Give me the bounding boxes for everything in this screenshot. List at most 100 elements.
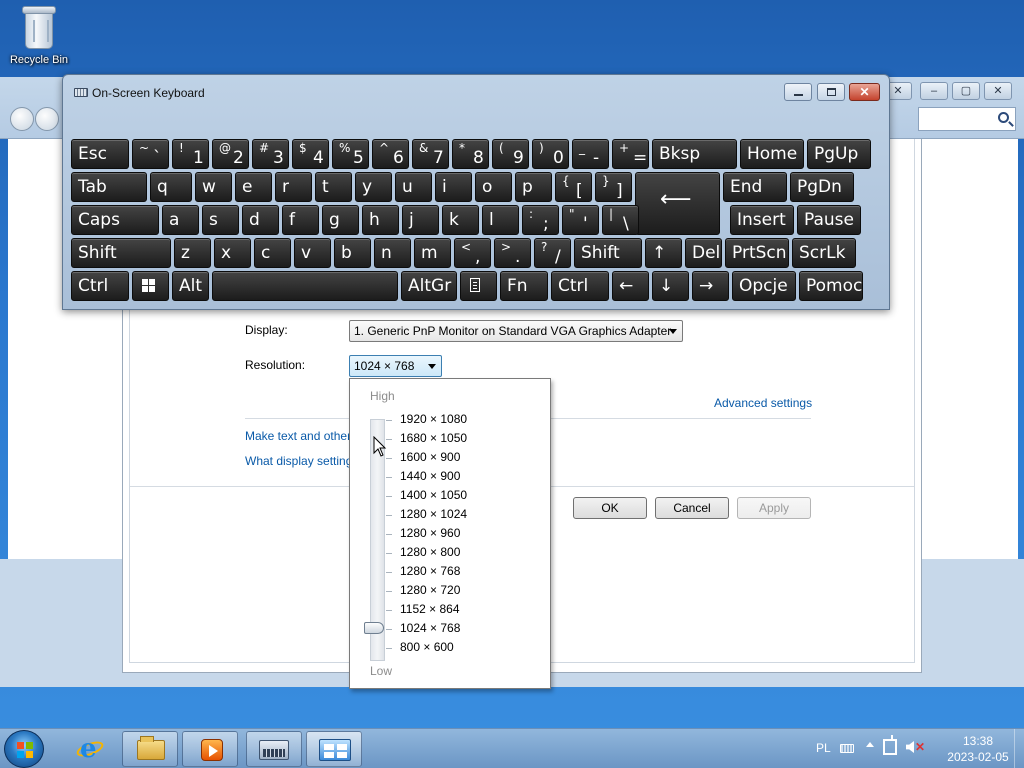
network-icon[interactable] xyxy=(883,735,897,755)
resolution-option[interactable]: 1280 × 1024 xyxy=(400,505,467,524)
key-end[interactable]: End xyxy=(723,172,787,202)
resolution-option[interactable]: 800 × 600 xyxy=(400,638,454,657)
key-g[interactable]: g xyxy=(322,205,359,235)
key-s[interactable]: s xyxy=(202,205,239,235)
key-x[interactable]: x xyxy=(214,238,251,268)
key-fn[interactable]: Fn xyxy=(500,271,548,301)
advanced-settings-link[interactable]: Advanced settings xyxy=(714,396,812,410)
key-c[interactable]: c xyxy=(254,238,291,268)
key-r[interactable]: r xyxy=(275,172,312,202)
key-pgdn[interactable]: PgDn xyxy=(790,172,854,202)
key-h[interactable]: h xyxy=(362,205,399,235)
bg-close-button[interactable]: ✕ xyxy=(984,82,1012,100)
key-bksp[interactable]: Bksp xyxy=(652,139,737,169)
key-space[interactable] xyxy=(212,271,398,301)
key-pause[interactable]: Pause xyxy=(797,205,861,235)
key-caps[interactable]: Caps xyxy=(71,205,159,235)
resolution-select[interactable]: 1024 × 768 xyxy=(349,355,442,377)
taskbar-media-player[interactable] xyxy=(182,731,238,767)
key-w[interactable]: w xyxy=(195,172,232,202)
key-5[interactable]: % 5 xyxy=(332,139,369,169)
key-;[interactable]: :; xyxy=(522,205,559,235)
key-←[interactable]: ← xyxy=(612,271,649,301)
key-v[interactable]: v xyxy=(294,238,331,268)
key-2[interactable]: @2 xyxy=(212,139,249,169)
key-menu-key[interactable] xyxy=(460,271,497,301)
taskbar-explorer[interactable] xyxy=(122,731,178,767)
resolution-option[interactable]: 1280 × 720 xyxy=(400,581,460,600)
display-settings-help-link[interactable]: What display setting xyxy=(245,454,350,468)
key-][interactable]: }] xyxy=(595,172,632,202)
resolution-slider-thumb[interactable] xyxy=(364,622,384,634)
key-del[interactable]: Del xyxy=(685,238,722,268)
resolution-option-selected[interactable]: 1024 × 768 xyxy=(400,619,460,638)
key-j[interactable]: j xyxy=(402,205,439,235)
key-altgr[interactable]: AltGr xyxy=(401,271,457,301)
key-→[interactable]: → xyxy=(692,271,729,301)
key-t[interactable]: t xyxy=(315,172,352,202)
key-u[interactable]: u xyxy=(395,172,432,202)
resolution-option[interactable]: 1152 × 864 xyxy=(400,600,460,619)
recycle-bin-shortcut[interactable]: Recycle Bin xyxy=(6,6,72,66)
key-6[interactable]: ^ 6 xyxy=(372,139,409,169)
key-z[interactable]: z xyxy=(174,238,211,268)
key-4[interactable]: $4 xyxy=(292,139,329,169)
key-d[interactable]: d xyxy=(242,205,279,235)
osk-minimize-button[interactable] xyxy=(784,83,812,101)
resolution-option[interactable]: 1280 × 800 xyxy=(400,543,460,562)
ok-button[interactable]: OK xyxy=(573,497,647,519)
forward-button[interactable] xyxy=(35,107,59,131)
start-button[interactable] xyxy=(4,730,44,768)
key-`[interactable]: ~ ` xyxy=(132,139,169,169)
key-pomoc[interactable]: Pomoc xyxy=(799,271,863,301)
resolution-option[interactable]: 1280 × 768 xyxy=(400,562,460,581)
resolution-option[interactable]: 1440 × 900 xyxy=(400,467,460,486)
osk-close-button[interactable]: ✕ xyxy=(849,83,880,101)
key-b[interactable]: b xyxy=(334,238,371,268)
key-pgup[interactable]: PgUp xyxy=(807,139,871,169)
key-3[interactable]: #3 xyxy=(252,139,289,169)
key-ctrl[interactable]: Ctrl xyxy=(71,271,129,301)
back-button[interactable] xyxy=(10,107,34,131)
key-o[interactable]: o xyxy=(475,172,512,202)
key-'[interactable]: " ' xyxy=(562,205,599,235)
key-p[interactable]: p xyxy=(515,172,552,202)
key-opcje[interactable]: Opcje xyxy=(732,271,796,301)
key-enter[interactable]: ⟵ xyxy=(635,172,720,235)
key-8[interactable]: * 8 xyxy=(452,139,489,169)
key-↓[interactable]: ↓ xyxy=(652,271,689,301)
key-,[interactable]: <, xyxy=(454,238,491,268)
key-shift[interactable]: Shift xyxy=(71,238,171,268)
key-=[interactable]: + = xyxy=(612,139,649,169)
key-/[interactable]: ? / xyxy=(534,238,571,268)
key-9[interactable]: (9 xyxy=(492,139,529,169)
key-home[interactable]: Home xyxy=(740,139,804,169)
internet-explorer-icon[interactable]: e xyxy=(74,735,106,763)
key-ctrl[interactable]: Ctrl xyxy=(551,271,609,301)
key-insert[interactable]: Insert xyxy=(730,205,794,235)
key-i[interactable]: i xyxy=(435,172,472,202)
key-1[interactable]: ! 1 xyxy=(172,139,209,169)
resolution-option[interactable]: 1280 × 960 xyxy=(400,524,460,543)
key-m[interactable]: m xyxy=(414,238,451,268)
osk-maximize-button[interactable] xyxy=(817,83,845,101)
key-windows-logo[interactable] xyxy=(132,271,169,301)
key-tab[interactable]: Tab xyxy=(71,172,147,202)
apply-button[interactable]: Apply xyxy=(737,497,811,519)
resolution-option[interactable]: 1400 × 1050 xyxy=(400,486,467,505)
key-.[interactable]: >. xyxy=(494,238,531,268)
taskbar-display-settings[interactable] xyxy=(306,731,362,767)
key-e[interactable]: e xyxy=(235,172,272,202)
key-7[interactable]: & 7 xyxy=(412,139,449,169)
key-y[interactable]: y xyxy=(355,172,392,202)
key-shift[interactable]: Shift xyxy=(574,238,642,268)
resolution-option[interactable]: 1600 × 900 xyxy=(400,448,460,467)
volume-muted-icon[interactable] xyxy=(906,741,914,753)
key-a[interactable]: a xyxy=(162,205,199,235)
search-input[interactable] xyxy=(918,107,1016,131)
key--[interactable]: _ - xyxy=(572,139,609,169)
key-scrlk[interactable]: ScrLk xyxy=(792,238,856,268)
key-l[interactable]: l xyxy=(482,205,519,235)
key-q[interactable]: q xyxy=(150,172,192,202)
bg-maximize-button[interactable]: ▢ xyxy=(952,82,980,100)
